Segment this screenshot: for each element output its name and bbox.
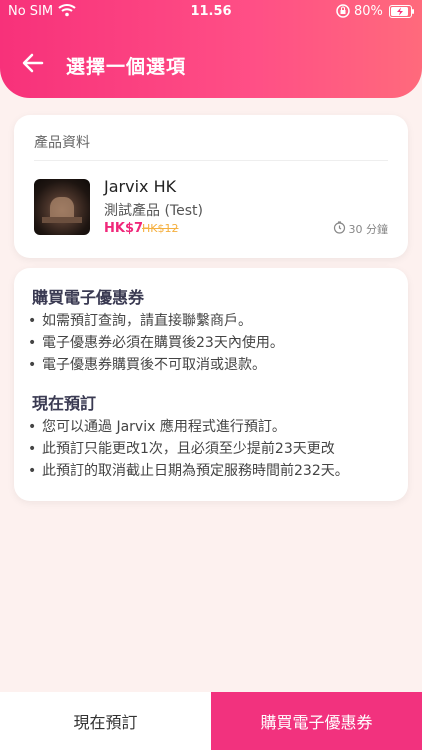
product-section-heading: 產品資料 <box>34 135 90 151</box>
status-bar: No SIM 11.56 80% <box>0 0 422 24</box>
voucher-term-2: • 電子優惠券必須在購買後23天內使用。 <box>28 335 284 351</box>
product-thumbnail <box>34 179 90 235</box>
booking-section-title: 現在預訂 <box>32 394 97 413</box>
voucher-section-title: 購買電子優惠券 <box>32 288 145 307</box>
header: No SIM 11.56 80% 選擇一個選項 <box>0 0 422 98</box>
battery-icon <box>389 5 415 22</box>
back-arrow-icon[interactable] <box>20 50 46 76</box>
product-name: 測試產品 (Test) <box>104 203 203 219</box>
buy-voucher-button[interactable]: 購買電子優惠券 <box>211 692 422 750</box>
merchant-name: Jarvix HK <box>104 177 177 196</box>
voucher-term-3: • 電子優惠券購買後不可取消或退款。 <box>28 357 266 373</box>
product-card: 產品資料 Jarvix HK 測試產品 (Test) HK$7 HK$12 30… <box>14 115 408 258</box>
bottom-action-bar: 現在預訂 購買電子優惠券 <box>0 692 422 750</box>
booking-term-2: • 此預訂只能更改1次，且必須至少提前23天更改 <box>28 441 335 457</box>
product-price: HK$7 <box>104 221 144 236</box>
timer-icon <box>333 221 346 237</box>
page-title: 選擇一個選項 <box>66 56 187 78</box>
product-original-price: HK$12 <box>142 222 179 235</box>
battery-percentage: 80% <box>354 4 383 19</box>
divider <box>34 160 388 161</box>
rotation-lock-icon <box>335 3 351 23</box>
terms-card: 購買電子優惠券 • 如需預訂查詢，請直接聯繫商戶。 • 電子優惠券必須在購買後23天… <box>14 268 408 501</box>
duration-info: 30 分鐘 <box>333 221 389 237</box>
thumbnail-base <box>42 217 82 223</box>
voucher-term-1: • 如需預訂查詢，請直接聯繫商戶。 <box>28 313 252 329</box>
booking-term-1: • 您可以通過 Jarvix 應用程式進行預訂。 <box>28 419 286 435</box>
booking-term-3: • 此預訂的取消截止日期為預定服務時間前232天。 <box>28 463 349 479</box>
book-now-button[interactable]: 現在預訂 <box>0 692 211 750</box>
duration-label: 30 分鐘 <box>348 223 389 236</box>
